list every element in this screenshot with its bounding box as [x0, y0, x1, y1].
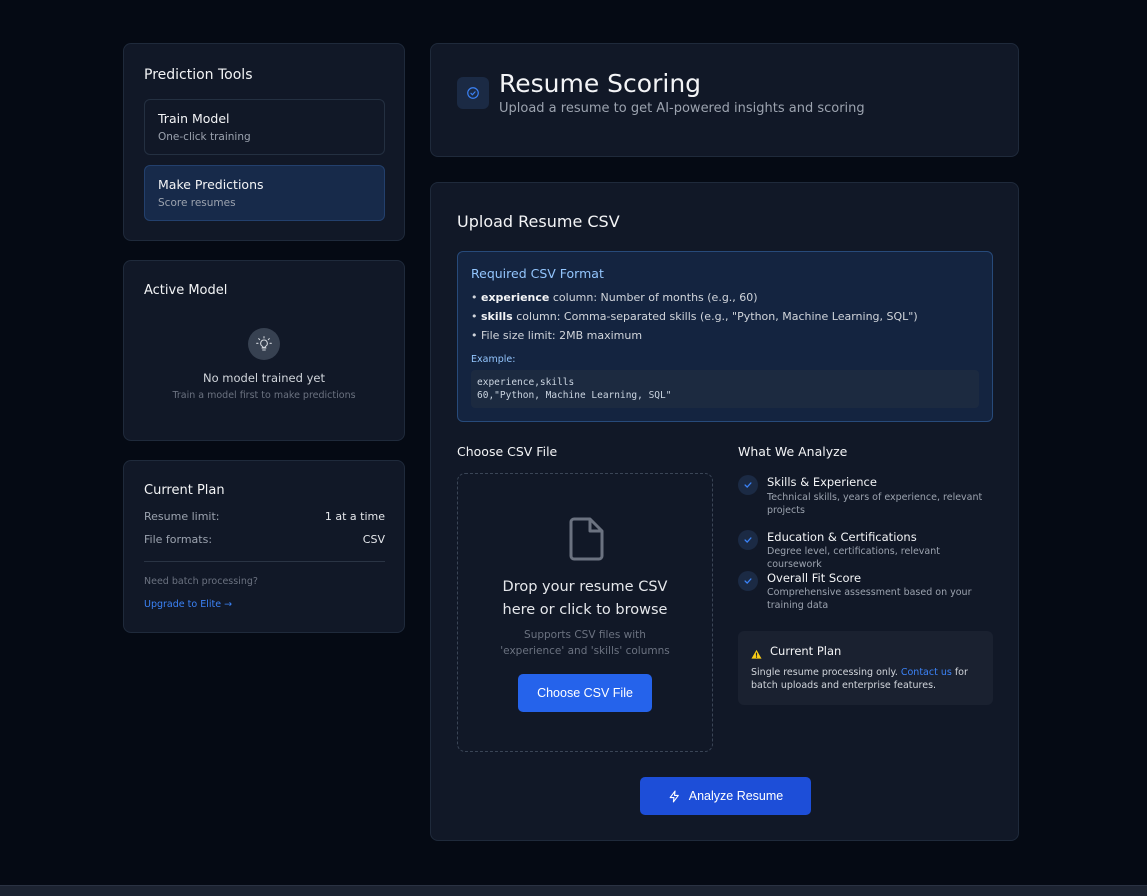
current-plan-card: Current Plan Resume limit: 1 at a time F… — [123, 460, 405, 633]
plan-note-text-before: Single resume processing only. — [751, 667, 901, 678]
analyze-item: Overall Fit Score Comprehensive assessme… — [738, 571, 993, 617]
no-model-title: No model trained yet — [203, 371, 325, 385]
format-line-text: File size limit: 2MB maximum — [481, 329, 643, 342]
analyze-item-desc: Technical skills, years of experience, r… — [767, 492, 983, 516]
plan-row-value: CSV — [362, 533, 385, 546]
sidebar-item-make-predictions[interactable]: Make Predictions Score resumes — [144, 165, 385, 221]
analyze-item: Education & Certifications Degree level,… — [738, 530, 993, 570]
check-icon — [738, 530, 758, 550]
format-line-text: column: Number of months (e.g., 60) — [549, 291, 758, 304]
file-icon — [567, 516, 605, 566]
sidebar-item-label: Make Predictions — [158, 177, 264, 192]
format-title: Required CSV Format — [471, 266, 604, 281]
dropzone-hint1: Supports CSV files with — [524, 629, 646, 641]
choose-file-label: Choose CSV File — [457, 444, 558, 459]
format-line: • experience column: Number of months (e… — [471, 291, 758, 304]
check-icon — [738, 571, 758, 591]
analyze-resume-button[interactable]: Analyze Resume — [640, 777, 811, 815]
page-subtitle: Upload a resume to get AI-powered insigh… — [499, 101, 865, 116]
csv-format-box: Required CSV Format • experience column:… — [457, 251, 993, 422]
analyze-item-title: Overall Fit Score — [767, 571, 862, 585]
file-dropzone[interactable]: Drop your resume CSV here or click to br… — [457, 473, 713, 752]
format-line-bold: experience — [481, 291, 550, 304]
dropzone-hint2: 'experience' and 'skills' columns — [500, 645, 670, 657]
warning-icon — [751, 645, 762, 664]
plan-note-title: Current Plan — [770, 644, 842, 658]
plan-row-label: Resume limit: — [144, 510, 220, 523]
no-model-hint: Train a model first to make predictions — [172, 390, 356, 401]
analyze-title: What We Analyze — [738, 444, 848, 459]
batch-question: Need batch processing? — [144, 576, 258, 587]
sidebar-item-sublabel: One-click training — [158, 131, 251, 143]
analyze-item-title: Skills & Experience — [767, 475, 877, 489]
sidebar-item-label: Train Model — [158, 111, 230, 126]
check-icon — [738, 475, 758, 495]
prediction-tools-card: Prediction Tools Train Model One-click t… — [123, 43, 405, 241]
active-model-title: Active Model — [144, 283, 228, 298]
format-line: • File size limit: 2MB maximum — [471, 329, 643, 342]
upgrade-link[interactable]: Upgrade to Elite → — [144, 599, 232, 610]
analyze-item: Skills & Experience Technical skills, ye… — [738, 475, 993, 525]
dropzone-line2: here or click to browse — [502, 602, 668, 618]
plan-note-text: Single resume processing only. Contact u… — [751, 666, 981, 692]
format-line: • skills column: Comma-separated skills … — [471, 310, 918, 323]
contact-us-link[interactable]: Contact us — [901, 667, 952, 678]
plan-row-file-formats: File formats: CSV — [144, 533, 385, 546]
upload-title: Upload Resume CSV — [457, 212, 620, 231]
sidebar-item-train-model[interactable]: Train Model One-click training — [144, 99, 385, 155]
dropzone-line1: Drop your resume CSV — [502, 579, 668, 595]
lightbulb-icon — [248, 328, 280, 360]
format-line-text: column: Comma-separated skills (e.g., "P… — [512, 310, 918, 323]
plan-note: Current Plan Single resume processing on… — [738, 631, 993, 705]
sidebar-item-sublabel: Score resumes — [158, 197, 236, 209]
code-line: 60,"Python, Machine Learning, SQL" — [477, 390, 672, 401]
prediction-tools-title: Prediction Tools — [144, 67, 253, 83]
analyze-item-title: Education & Certifications — [767, 530, 917, 544]
footer-bar — [0, 885, 1147, 896]
divider — [144, 561, 385, 562]
code-line: experience,skills — [477, 377, 575, 388]
lightning-icon — [668, 790, 681, 803]
active-model-card: Active Model No model trained yet Train … — [123, 260, 405, 441]
check-circle-icon — [457, 77, 489, 109]
example-code: experience,skills 60,"Python, Machine Le… — [471, 370, 979, 408]
analyze-item-desc: Degree level, certifications, relevant c… — [767, 546, 940, 570]
page-header-card: Resume Scoring Upload a resume to get AI… — [430, 43, 1019, 157]
upload-card: Upload Resume CSV Required CSV Format • … — [430, 182, 1019, 841]
page-title: Resume Scoring — [499, 69, 702, 98]
choose-csv-button[interactable]: Choose CSV File — [518, 674, 652, 712]
plan-row-resume-limit: Resume limit: 1 at a time — [144, 510, 385, 523]
current-plan-title: Current Plan — [144, 483, 225, 498]
analyze-resume-label: Analyze Resume — [688, 789, 784, 803]
format-line-bold: skills — [481, 310, 513, 323]
plan-row-label: File formats: — [144, 533, 213, 546]
plan-row-value: 1 at a time — [324, 510, 385, 523]
analyze-item-desc: Comprehensive assessment based on your t… — [767, 587, 972, 611]
example-label: Example: — [471, 354, 516, 365]
